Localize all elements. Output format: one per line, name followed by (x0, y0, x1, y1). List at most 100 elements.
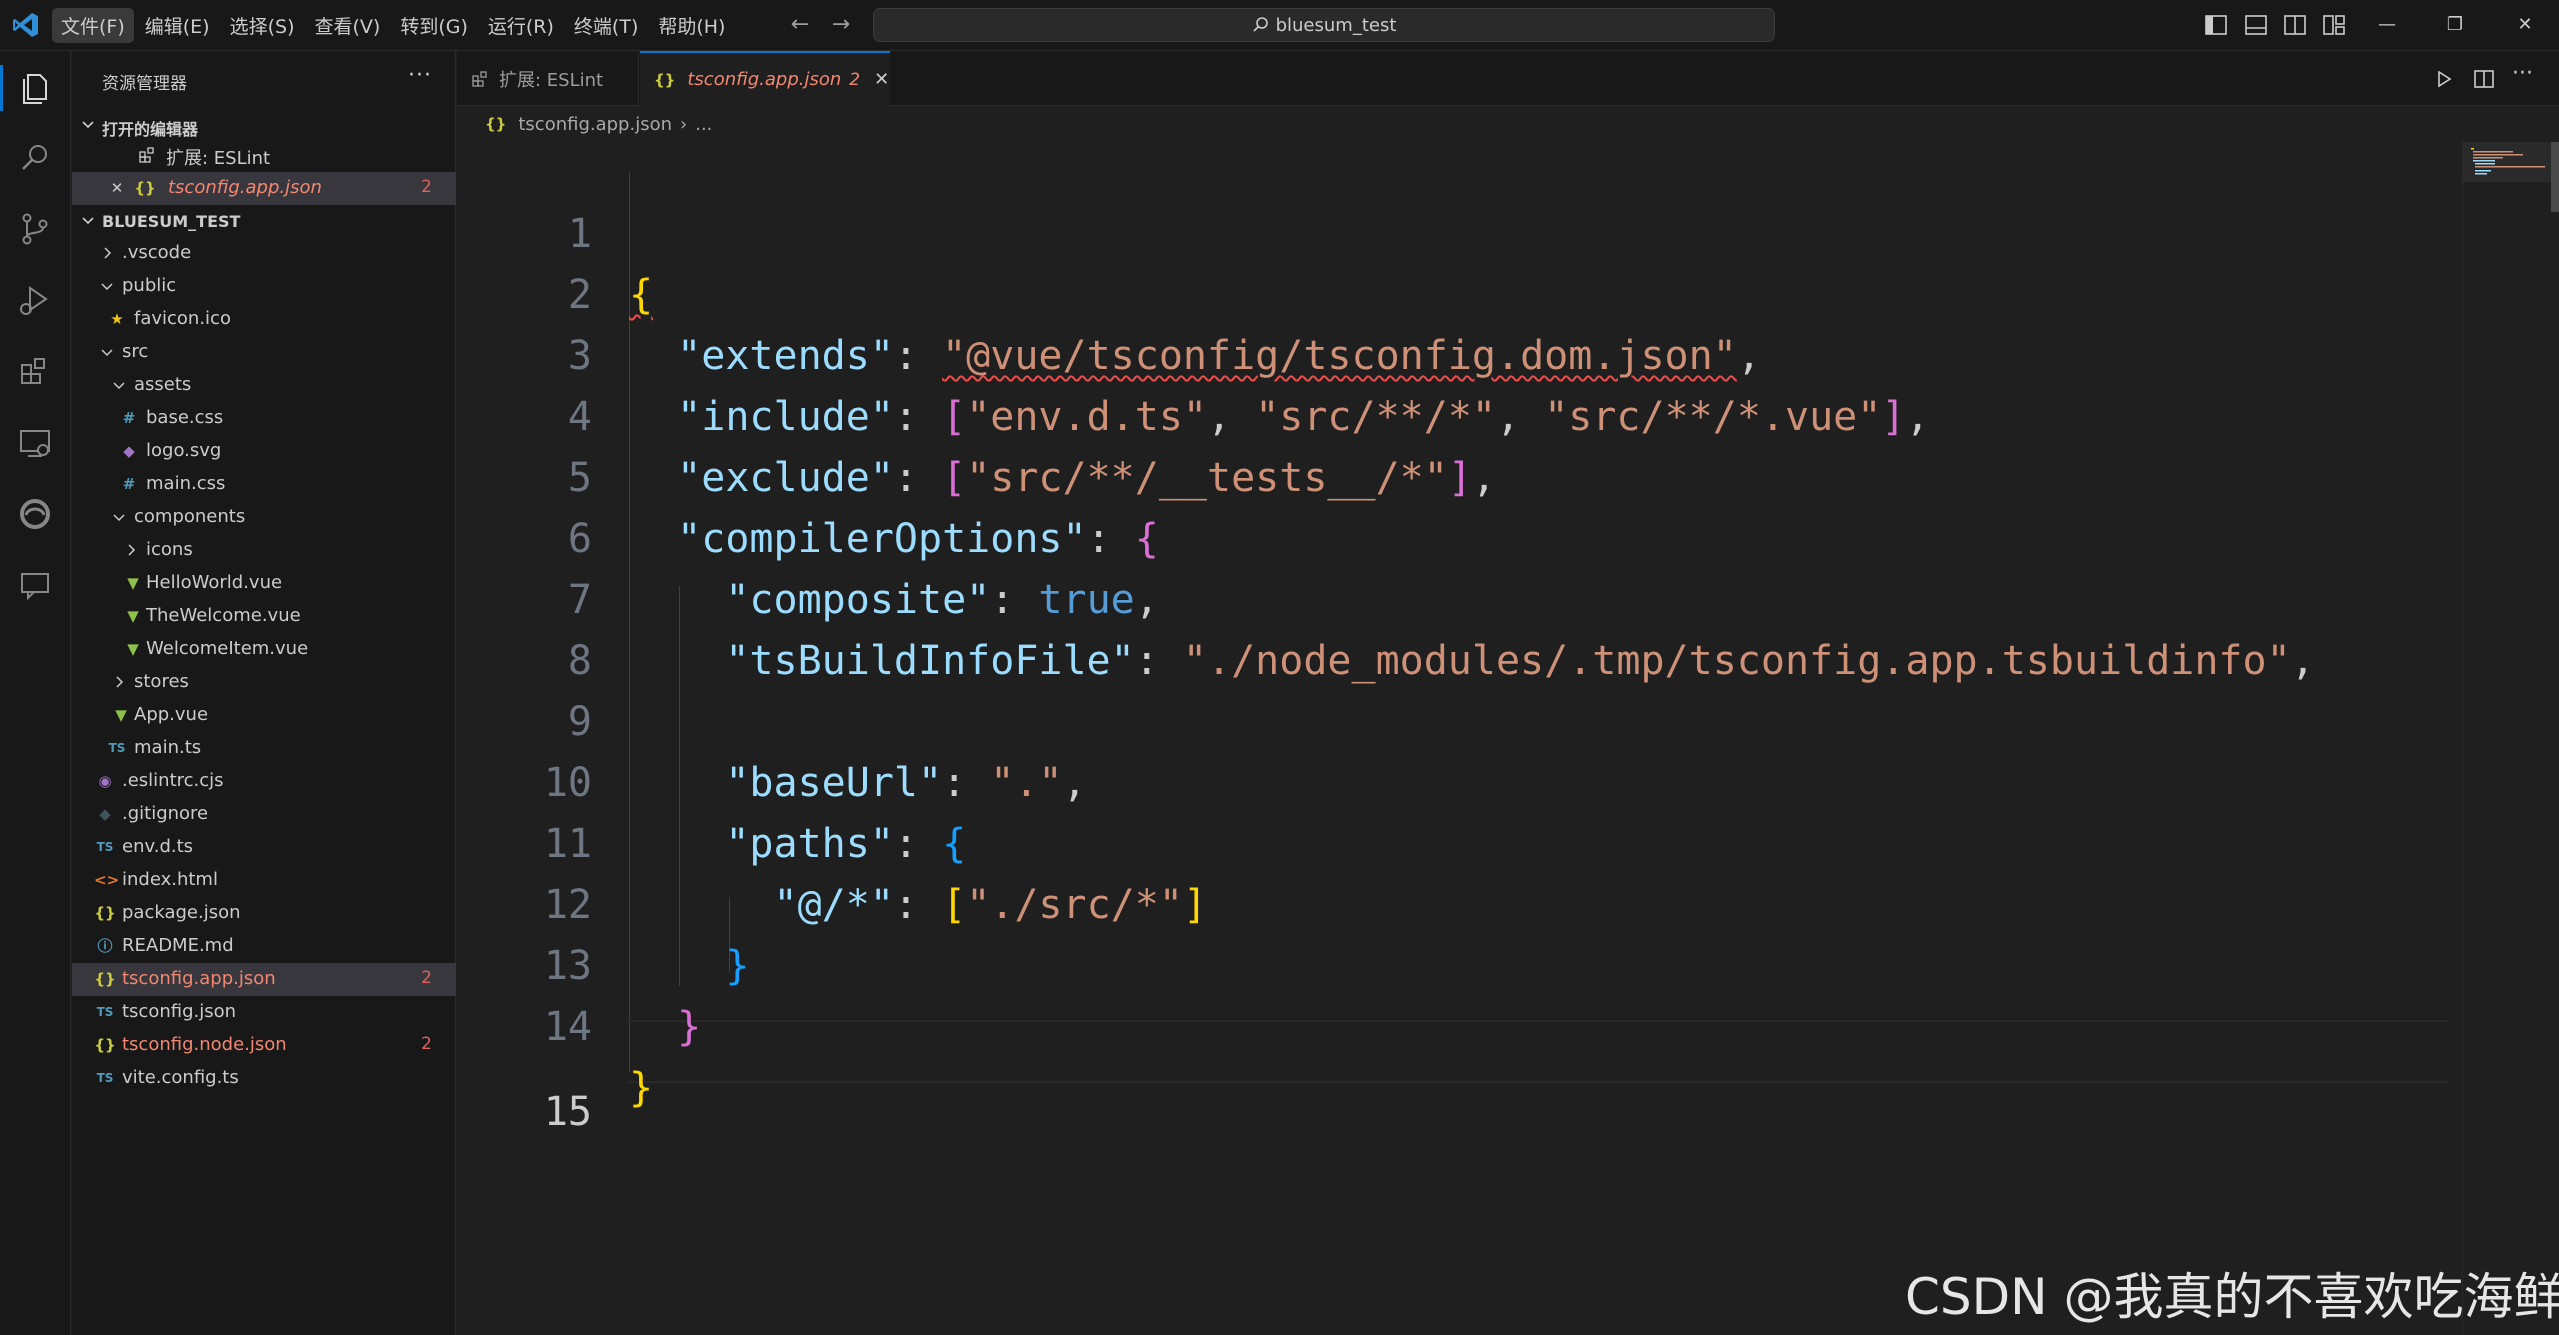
code-line: 10 "paths": { (457, 692, 2457, 867)
tree-label: assets (134, 374, 192, 395)
chevron-right-icon (116, 676, 124, 688)
minimap[interactable] (2462, 142, 2557, 1335)
tree-file[interactable]: ⓘ README.md (72, 930, 456, 963)
vue-file-icon: ▼ (127, 607, 139, 625)
tree-file[interactable]: ▼ HelloWorld.vue (72, 567, 456, 600)
vue-file-icon: ▼ (127, 640, 139, 658)
menu-terminal[interactable]: 终端(T) (565, 8, 647, 43)
close-tab-icon[interactable]: ✕ (874, 69, 889, 90)
scrollbar-thumb[interactable] (2551, 142, 2559, 212)
breadcrumb-more[interactable]: ... (695, 114, 712, 135)
menu-help[interactable]: 帮助(H) (649, 8, 734, 43)
more-actions-icon[interactable]: ··· (2512, 61, 2542, 86)
problem-count-badge: 2 (421, 1034, 432, 1054)
tree-file[interactable]: ★ favicon.ico (72, 303, 456, 336)
search-icon[interactable] (14, 137, 56, 179)
tree-label: WelcomeItem.vue (146, 638, 309, 659)
menu-edit[interactable]: 编辑(E) (136, 8, 219, 43)
html-file-icon: <> (94, 871, 120, 889)
tsconfig-file-icon: TS (96, 1005, 114, 1019)
close-window-icon[interactable]: ✕ (2510, 12, 2540, 38)
tab-eslint-extension[interactable]: 扩展: ESLint (457, 51, 639, 106)
minimize-icon[interactable]: — (2372, 12, 2402, 38)
menu-view[interactable]: 查看(V) (306, 8, 390, 43)
tab-tsconfig-app-json[interactable]: {} tsconfig.app.json 2 ✕ (640, 51, 890, 106)
tree-file[interactable]: ◆ logo.svg (72, 435, 456, 468)
code-line: 1 { (457, 143, 2457, 318)
comments-icon[interactable] (14, 564, 56, 606)
tree-file[interactable]: ▼ App.vue (72, 699, 456, 732)
remote-explorer-icon[interactable] (14, 422, 56, 464)
tree-file[interactable]: ▼ TheWelcome.vue (72, 600, 456, 633)
explorer-files-icon[interactable] (14, 67, 56, 109)
tree-file[interactable]: <> index.html (72, 864, 456, 897)
open-editors-section-header[interactable]: 打开的编辑器 (72, 110, 456, 140)
split-editor-icon[interactable] (2472, 67, 2496, 91)
open-editor-label: 扩展: ESLint (166, 148, 271, 169)
edge-devtools-icon[interactable] (14, 493, 56, 535)
restore-icon[interactable]: ❐ (2440, 12, 2470, 38)
run-icon[interactable] (2432, 67, 2456, 91)
command-center-search[interactable]: bluesum_test (873, 8, 1775, 42)
tree-label: main.css (146, 473, 226, 494)
tree-folder[interactable]: src (72, 336, 456, 369)
tree-label: tsconfig.node.json (122, 1034, 287, 1055)
tree-file[interactable]: {} tsconfig.node.json 2 (72, 1029, 456, 1062)
close-icon[interactable]: ✕ (106, 177, 128, 199)
menu-selection[interactable]: 选择(S) (221, 8, 304, 43)
breadcrumb-file[interactable]: tsconfig.app.json (518, 114, 672, 135)
toggle-panel-icon[interactable] (2244, 13, 2268, 37)
tree-file[interactable]: ▼ WelcomeItem.vue (72, 633, 456, 666)
tree-file[interactable]: {} package.json (72, 897, 456, 930)
vue-file-icon: ▼ (127, 574, 139, 592)
project-section-header[interactable]: BLUESUM_TEST (72, 206, 456, 236)
run-and-debug-icon[interactable] (14, 279, 56, 321)
forward-arrow-icon[interactable]: → (828, 12, 854, 38)
code-line: 14 } (457, 936, 2457, 1111)
menu-file[interactable]: 文件(F) (52, 7, 134, 43)
tree-label: main.ts (134, 737, 202, 758)
line-number: 15 (543, 1089, 592, 1135)
tree-label: stores (134, 671, 189, 692)
tree-file[interactable]: ◉ .eslintrc.cjs (72, 765, 456, 798)
tree-folder[interactable]: components (72, 501, 456, 534)
chevron-right-icon (104, 247, 112, 259)
tree-folder[interactable]: stores (72, 666, 456, 699)
tree-folder[interactable]: icons (72, 534, 456, 567)
chevron-down-icon (113, 514, 125, 522)
code-line: 11 "@/*": ["./src/*"] (457, 753, 2457, 928)
customize-layout-icon[interactable] (2322, 13, 2346, 37)
toggle-primary-sidebar-icon[interactable] (2204, 13, 2228, 37)
chevron-down-icon (113, 382, 125, 390)
code-line: 15 (457, 1021, 2457, 1135)
source-control-icon[interactable] (14, 208, 56, 250)
extensions-icon[interactable] (14, 351, 56, 393)
tab-problem-badge: 2 (849, 69, 861, 90)
back-arrow-icon[interactable]: ← (787, 12, 813, 38)
tree-label: tsconfig.json (122, 1001, 237, 1022)
tree-file[interactable]: ◆ .gitignore (72, 798, 456, 831)
open-editor-item[interactable]: ✕ {} tsconfig.app.json 2 (72, 172, 456, 205)
tree-label: base.css (146, 407, 224, 428)
tree-file[interactable]: TS vite.config.ts (72, 1062, 456, 1095)
typescript-file-icon: TS (108, 741, 126, 755)
code-editor[interactable]: 1 { 2 "extends": "@vue/tsconfig/tsconfig… (457, 142, 2559, 1335)
tree-file[interactable]: TS main.ts (72, 732, 456, 765)
tree-file[interactable]: TS env.d.ts (72, 831, 456, 864)
code-line: 12 } (457, 814, 2457, 989)
tree-folder[interactable]: .vscode (72, 237, 456, 270)
menu-run[interactable]: 运行(R) (479, 8, 563, 43)
tree-file[interactable]: # base.css (72, 402, 456, 435)
menu-go[interactable]: 转到(G) (391, 8, 477, 43)
tree-folder[interactable]: public (72, 270, 456, 303)
tree-file[interactable]: TS tsconfig.json (72, 996, 456, 1029)
toggle-secondary-sidebar-icon[interactable] (2283, 13, 2307, 37)
tree-file[interactable]: {} tsconfig.app.json 2 (72, 963, 456, 996)
more-actions-icon[interactable]: ··· (408, 63, 432, 88)
open-editor-item[interactable]: 扩展: ESLint (72, 139, 456, 172)
code-line: 2 "extends": "@vue/tsconfig/tsconfig.dom… (457, 204, 2457, 379)
tree-label: TheWelcome.vue (146, 605, 301, 626)
tree-folder[interactable]: assets (72, 369, 456, 402)
tree-label: package.json (122, 902, 241, 923)
tree-file[interactable]: # main.css (72, 468, 456, 501)
